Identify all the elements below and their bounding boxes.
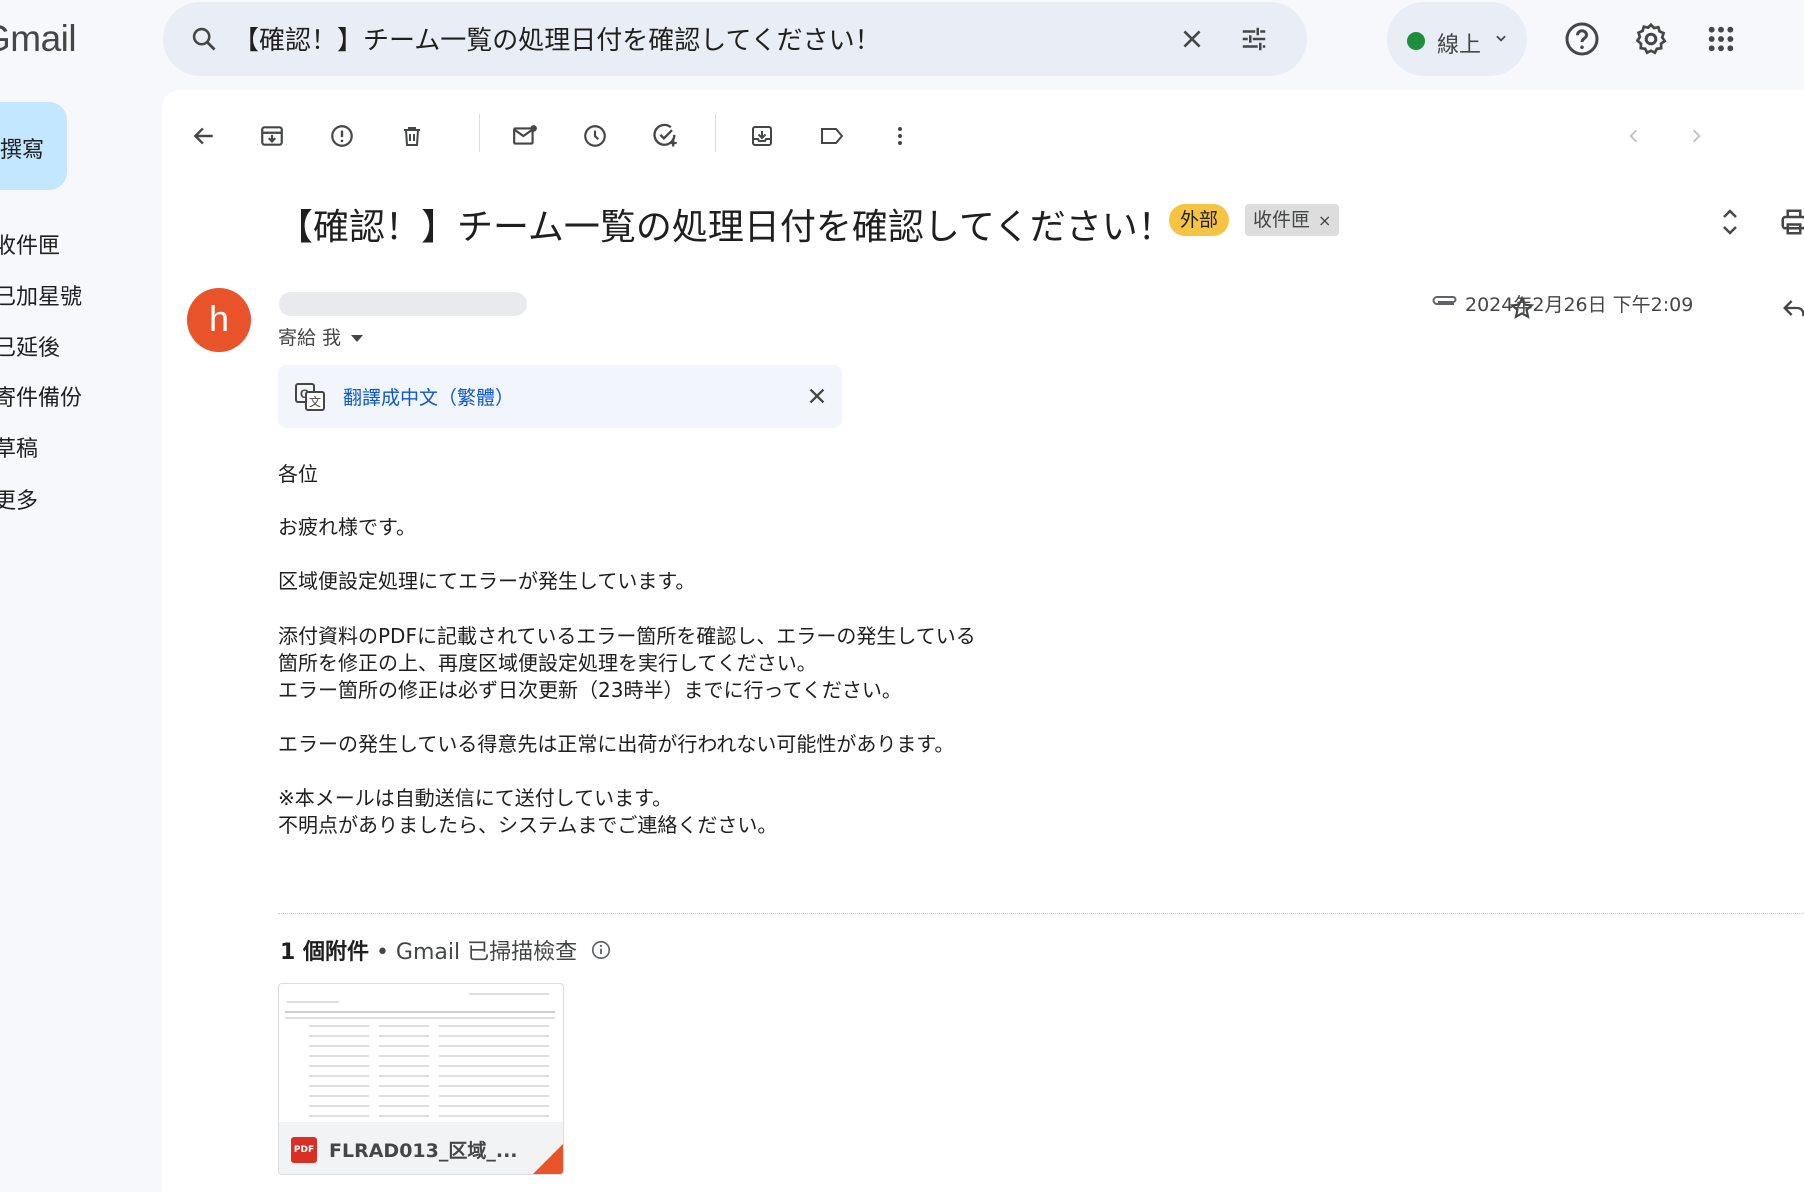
recipient-line[interactable]: 寄給 我 [278,323,364,350]
sidebar-item-more[interactable]: 更多 [0,483,38,515]
sidebar-item-inbox[interactable]: 收件匣 [0,228,60,260]
compose-label: 撰寫 [0,138,45,163]
attachments-header: 1 個附件 • Gmail 已掃描檢查 [280,934,612,967]
sidebar-item-sent[interactable]: 寄件備份 [0,380,82,412]
back-arrow-icon[interactable] [184,116,224,156]
sidebar-item-starred[interactable]: 已加星號 [0,279,82,311]
remove-label-icon[interactable]: × [1318,211,1331,230]
recipient-details-caret-icon[interactable] [351,335,364,342]
more-vert-icon[interactable] [880,116,920,156]
gmail-logo[interactable]: Gmail [0,18,77,60]
recipient-text: 寄給 我 [278,327,342,349]
translate-bar: G文 翻譯成中文（繁體） [278,365,842,428]
body-line: エラー箇所の修正は必ず日次更新（23時半）までに行ってください。 [278,678,902,702]
label-inbox-text: 收件匣 [1253,209,1311,231]
close-translate-icon[interactable] [806,385,828,411]
sidebar-item-snoozed[interactable]: 已延後 [0,330,60,362]
svg-text:文: 文 [309,394,321,409]
label-inbox: 收件匣 × [1245,204,1340,236]
label-icon[interactable] [812,116,852,156]
body-line: ※本メールは自動送信にて送付しています。 [278,786,673,810]
help-icon[interactable] [1561,18,1603,60]
reply-icon[interactable] [1774,288,1804,328]
info-icon[interactable] [590,939,612,967]
search-icon[interactable] [187,22,221,56]
search-options-icon[interactable] [1237,22,1271,56]
star-icon[interactable] [1502,288,1542,328]
compose-button[interactable]: 撰寫 [0,102,67,190]
body-line: 区域便設定処理にてエラーが発生しています。 [278,569,696,593]
print-icon[interactable] [1774,202,1804,242]
status-label: 線上 [1437,33,1482,58]
sidebar-item-drafts[interactable]: 草稿 [0,431,38,463]
translate-link[interactable]: 翻譯成中文（繁體） [343,383,514,410]
sender-name-redacted[interactable] [279,292,527,316]
attachments-scan-note: • Gmail 已掃描檢查 [368,940,578,965]
attachment-corner-fold-icon [533,1144,563,1174]
sender-avatar[interactable]: h [187,288,251,352]
delete-trash-icon[interactable] [392,116,432,156]
older-chevron-icon[interactable] [1676,116,1716,156]
body-line: 各位 [278,462,318,486]
archive-icon[interactable] [252,116,292,156]
apps-grid-icon[interactable] [1700,18,1742,60]
move-to-icon[interactable] [742,116,782,156]
email-date: 2024年2月26日 下午2:09 [1465,294,1694,316]
attachments-count: 1 個附件 [280,940,369,965]
report-spam-icon[interactable] [322,116,362,156]
toolbar-divider [479,114,480,152]
expand-all-icon[interactable] [1710,202,1750,242]
chevron-down-icon [1494,30,1508,49]
label-external: 外部 [1169,204,1230,236]
body-line: お疲れ様です。 [278,515,416,539]
settings-gear-icon[interactable] [1630,18,1672,60]
attachment-clip-icon [1424,284,1464,324]
attachment-footer[interactable]: PDF FLRAD013_区域_... [279,1122,563,1174]
body-line: 箇所を修正の上、再度区域便設定処理を実行してください。 [278,651,817,675]
attachments-divider [278,913,1804,914]
body-line: エラーの発生している得意先は正常に出荷が行われない可能性があります。 [278,732,955,756]
status-selector[interactable]: 線上 [1387,2,1527,76]
body-line: 不明点がありましたら、システムまでご連絡ください。 [278,813,778,837]
clear-search-icon[interactable] [1175,22,1209,56]
mark-unread-icon[interactable] [505,116,545,156]
attachment-thumbnail[interactable] [279,984,563,1122]
translate-icon: G文 [295,383,325,415]
pdf-file-icon: PDF [291,1137,317,1163]
search-input[interactable]: 【確認！】チーム一覧の処理日付を確認してください！ [233,20,881,57]
search-bar[interactable]: 【確認！】チーム一覧の処理日付を確認してください！ [163,2,1307,76]
newer-chevron-icon[interactable] [1614,116,1654,156]
toolbar-divider [715,114,716,152]
email-view: 【確認！】チーム一覧の処理日付を確認してください！ 外部 收件匣 × h 寄給 我… [162,90,1804,1192]
snooze-clock-icon[interactable] [575,116,615,156]
status-dot [1407,32,1425,50]
body-line: 添付資料のPDFに記載されているエラー箇所を確認し、エラーの発生している [278,624,976,648]
attachment-file-name: FLRAD013_区域_... [329,1140,518,1162]
add-task-icon[interactable] [645,116,685,156]
attachment-card[interactable]: PDF FLRAD013_区域_... [278,983,564,1175]
email-subject: 【確認！】チーム一覧の処理日付を確認してください！ [277,207,1174,248]
